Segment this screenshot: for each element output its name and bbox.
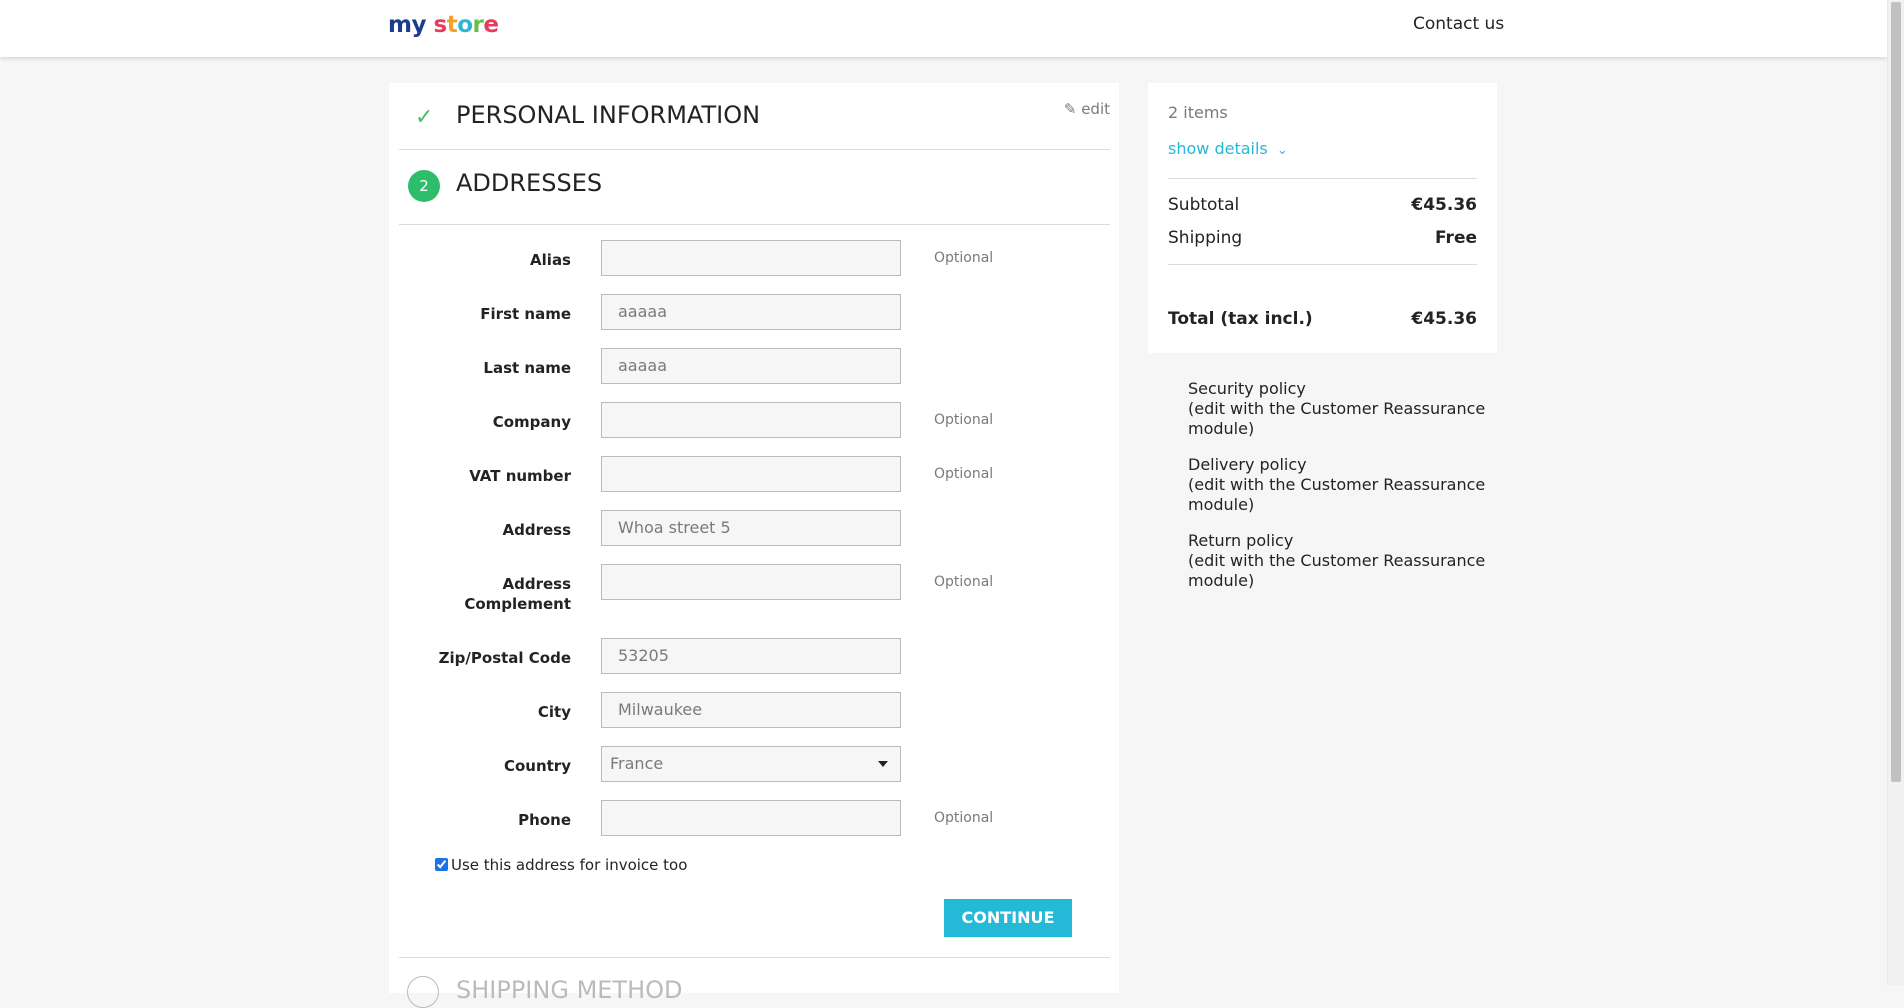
form-row-vat: VAT number Optional [389,456,1089,496]
address-label: Address [502,521,571,539]
step-personal-information[interactable]: ✓ PERSONAL INFORMATION ✎ edit [399,83,1110,150]
firstname-input[interactable]: aaaaa [601,294,901,330]
country-label: Country [503,757,571,775]
invoice-checkbox[interactable] [435,858,448,871]
optional-label: Optional [934,412,994,428]
country-select[interactable]: France [601,746,901,782]
subtotal-value: €45.36 [1411,195,1477,215]
reassurance-return: Return policy (edit with the Customer Re… [1148,531,1488,591]
zip-label: Zip/Postal Code [438,649,571,667]
caret-down-icon [878,761,888,767]
step-number-badge: 2 [408,170,440,202]
vat-label: VAT number [469,467,571,485]
reassurance-delivery: Delivery policy (edit with the Customer … [1148,455,1488,515]
subtotal-label: Subtotal [1168,195,1240,215]
form-row-phone: Phone Optional [389,800,1089,840]
company-label: Company [492,413,571,431]
city-input[interactable]: Milwaukee [601,692,901,728]
step-title: PERSONAL INFORMATION [456,101,761,129]
zip-input[interactable]: 53205 [601,638,901,674]
reassurance-note: (edit with the Customer Reassurance modu… [1188,399,1486,438]
form-row-zip: Zip/Postal Code 53205 [389,638,1089,678]
items-count: 2 items [1168,103,1228,122]
address-input[interactable]: Whoa street 5 [601,510,901,546]
total-row: Total (tax incl.) €45.36 [1168,309,1477,329]
edit-button[interactable]: ✎ edit [1064,100,1110,118]
divider [1168,178,1477,179]
vat-input[interactable] [601,456,901,492]
reassurance-security: Security policy (edit with the Customer … [1148,379,1488,439]
address-complement-label: Address Complement [464,575,571,613]
reassurance-title: Return policy [1188,531,1294,550]
city-label: City [537,703,571,721]
step-addresses: 2 ADDRESSES [399,150,1110,225]
firstname-label: First name [480,305,571,323]
form-row-firstname: First name aaaaa [389,294,1089,334]
form-row-address: Address Whoa street 5 [389,510,1089,550]
scrollbar-thumb[interactable] [1891,2,1901,782]
alias-label: Alias [530,251,571,269]
shipping-label: Shipping [1168,228,1243,248]
divider [1168,264,1477,265]
divider [399,957,1110,958]
checkout-steps-panel: ✓ PERSONAL INFORMATION ✎ edit 2 ADDRESSE… [389,83,1119,1008]
lastname-input[interactable]: aaaaa [601,348,901,384]
cart-summary: 2 items show details ⌄ Subtotal €45.36 S… [1148,83,1497,353]
step-number-badge [407,976,439,1008]
step-title: ADDRESSES [456,169,603,197]
step-shipping-title[interactable]: SHIPPING METHOD [456,976,683,1004]
check-icon: ✓ [415,105,434,130]
reassurance-title: Delivery policy [1188,455,1307,474]
optional-label: Optional [934,250,994,266]
chevron-down-icon: ⌄ [1276,143,1288,158]
total-label: Total (tax incl.) [1168,309,1313,329]
optional-label: Optional [934,810,994,826]
reassurance-title: Security policy [1188,379,1306,398]
subtotal-row: Subtotal €45.36 [1168,195,1477,215]
shipping-row: Shipping Free [1168,228,1477,248]
form-row-country: Country France [389,746,1089,786]
form-row-lastname: Last name aaaaa [389,348,1089,388]
shipping-value: Free [1435,228,1477,248]
form-row-alias: Alias Optional [389,240,1089,280]
alias-input[interactable] [601,240,901,276]
invoice-address-option: Use this address for invoice too [435,856,687,874]
store-logo[interactable]: my store [388,12,499,38]
reassurance-note: (edit with the Customer Reassurance modu… [1188,475,1486,514]
form-row-company: Company Optional [389,402,1089,442]
reassurance-note: (edit with the Customer Reassurance modu… [1188,551,1486,590]
continue-button[interactable]: CONTINUE [944,899,1072,937]
phone-label: Phone [518,811,571,829]
address-complement-input[interactable] [601,564,901,600]
company-input[interactable] [601,402,901,438]
phone-input[interactable] [601,800,901,836]
show-details-toggle[interactable]: show details ⌄ [1168,139,1288,158]
invoice-checkbox-label: Use this address for invoice too [451,856,688,874]
form-row-address-complement: Address Complement Optional [389,564,1089,624]
page-scrollbar[interactable] [1887,0,1904,985]
optional-label: Optional [934,574,994,590]
form-row-city: City Milwaukee [389,692,1089,732]
total-value: €45.36 [1411,309,1477,329]
site-header: my store Contact us [0,0,1888,57]
pencil-icon: ✎ [1063,100,1077,118]
lastname-label: Last name [483,359,571,377]
optional-label: Optional [934,466,994,482]
contact-us-link[interactable]: Contact us [1413,14,1504,34]
